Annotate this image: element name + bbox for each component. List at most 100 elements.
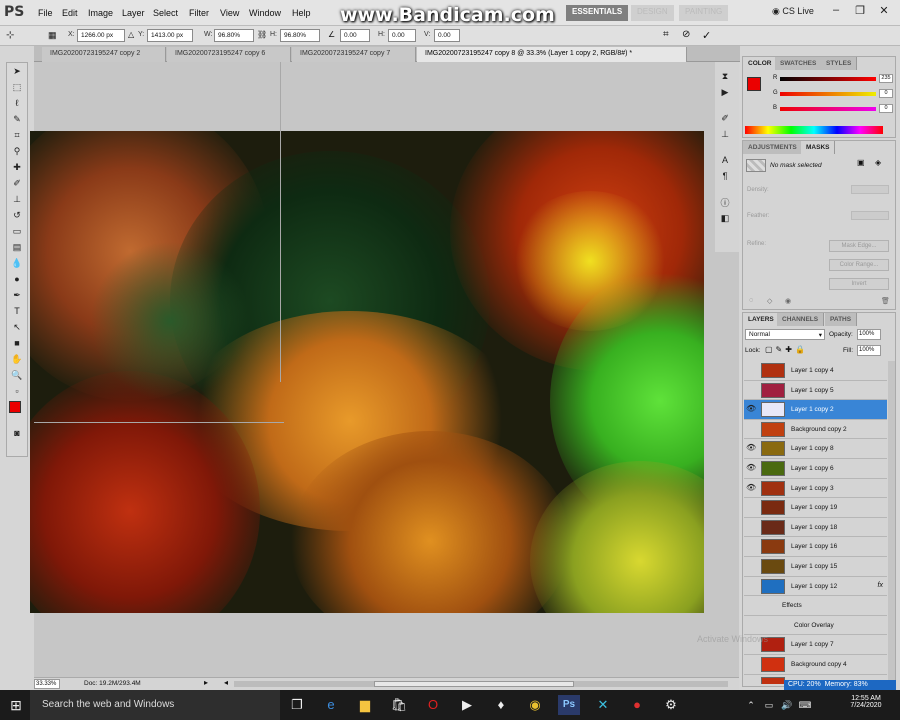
layer-row[interactable]: Layer 1 copy 15	[744, 557, 887, 577]
file-explorer-icon[interactable]: ▆	[354, 695, 376, 715]
foreground-color-swatch[interactable]	[9, 401, 21, 413]
brush-tool-icon[interactable]: ✐	[7, 175, 27, 191]
tab-masks[interactable]: MASKS	[801, 141, 836, 154]
menu-image[interactable]: Image	[88, 8, 113, 18]
status-arrow-icon[interactable]: ▸	[204, 678, 208, 687]
visibility-eye-icon[interactable]	[746, 502, 756, 512]
restore-icon[interactable]: ❐	[850, 4, 870, 20]
hand-tool-icon[interactable]: ✋	[7, 351, 27, 367]
load-selection-icon[interactable]: ◌	[749, 297, 753, 304]
crop-tool-icon[interactable]: ⌗	[7, 127, 27, 143]
layer-effect-row[interactable]: Color Overlay	[744, 615, 887, 636]
media-player-icon[interactable]: ▶	[456, 695, 478, 715]
menu-view[interactable]: View	[220, 8, 239, 18]
tab-styles[interactable]: STYLES	[821, 57, 858, 70]
guide-vertical[interactable]	[280, 62, 281, 382]
blend-mode-select[interactable]: Normal ▾	[745, 329, 825, 340]
eraser-tool-icon[interactable]: ▭	[7, 223, 27, 239]
dodge-tool-icon[interactable]: ●	[7, 271, 27, 287]
info-panel-icon[interactable]: ⓘ	[715, 194, 735, 210]
menu-help[interactable]: Help	[292, 8, 311, 18]
angle-input[interactable]: 0.00	[340, 29, 370, 42]
apply-mask-icon[interactable]: ◇	[767, 297, 772, 305]
visibility-eye-icon[interactable]	[746, 600, 756, 610]
settings-app-icon[interactable]: ⚙	[660, 695, 682, 715]
visibility-eye-icon[interactable]: 👁	[746, 443, 756, 453]
app-icon[interactable]: ♦	[490, 695, 512, 715]
commit-transform-icon[interactable]: ✓	[702, 29, 711, 42]
layer-row[interactable]: 👁 Layer 1 copy 3	[744, 478, 887, 499]
close-icon[interactable]: ✕	[874, 4, 894, 20]
type-tool-icon[interactable]: T	[7, 303, 27, 319]
layer-row[interactable]: Layer 1 copy 4	[744, 361, 887, 381]
opera-icon[interactable]: O	[422, 695, 444, 715]
layer-row[interactable]: 👁 Layer 1 copy 6	[744, 459, 887, 479]
workspace-painting[interactable]: PAINTING	[679, 5, 729, 21]
healing-tool-icon[interactable]: ✚	[7, 159, 27, 175]
visibility-eye-icon[interactable]	[746, 620, 756, 630]
b-slider[interactable]	[780, 107, 876, 111]
tab-copy-6[interactable]: IMG20200723195247 copy 6	[167, 47, 291, 62]
g-slider[interactable]	[780, 92, 876, 96]
layer-row[interactable]: 👁 Layer 1 copy 2	[744, 400, 887, 420]
y-input[interactable]: 1413.00 px	[147, 29, 193, 42]
quick-mask-icon[interactable]: ◙	[7, 425, 27, 441]
link-icon[interactable]: △	[128, 30, 134, 39]
r-value[interactable]: 235	[879, 74, 893, 83]
document-canvas-artwork[interactable]	[30, 131, 704, 613]
tab-copy-8[interactable]: IMG20200723195247 copy 8 @ 33.3% (Layer …	[417, 47, 687, 62]
layer-row[interactable]: Layer 1 copy 5	[744, 380, 887, 401]
fill-input[interactable]: 100%	[857, 345, 881, 356]
tab-color[interactable]: COLOR	[743, 57, 778, 70]
lasso-tool-icon[interactable]: ℓ	[7, 95, 27, 111]
photoshop-taskbar-icon[interactable]: Ps	[558, 695, 580, 715]
scroll-left-icon[interactable]: ◂	[224, 678, 228, 687]
menu-window[interactable]: Window	[249, 8, 281, 18]
visibility-eye-icon[interactable]	[746, 424, 756, 434]
taskbar-search-box[interactable]: Search the web and Windows	[30, 690, 280, 720]
layer-effects-icon[interactable]: fx	[878, 582, 883, 589]
scrollbar-thumb[interactable]	[374, 681, 574, 687]
layers-scrollbar[interactable]	[888, 361, 895, 684]
chain-icon[interactable]: ⛓	[257, 30, 267, 39]
warp-icon[interactable]: ⌗	[663, 29, 669, 40]
layer-row[interactable]: 👁 Layer 1 copy 8	[744, 439, 887, 459]
invert-button[interactable]: Invert	[829, 278, 889, 290]
visibility-eye-icon[interactable]	[746, 541, 756, 551]
x-input[interactable]: 1266.00 px	[77, 29, 125, 42]
menu-filter[interactable]: Filter	[189, 8, 209, 18]
color-spectrum-ramp[interactable]	[745, 126, 883, 134]
store-icon[interactable]: 🛍	[388, 695, 410, 715]
panel-foreground-swatch[interactable]	[747, 77, 761, 91]
navigator-panel-icon[interactable]: ◧	[715, 210, 735, 226]
color-range-button[interactable]: Color Range...	[829, 259, 889, 271]
horizontal-scrollbar[interactable]	[234, 681, 728, 687]
windows-start-icon[interactable]: ⊞	[5, 695, 27, 715]
visibility-eye-icon[interactable]	[746, 679, 756, 684]
visibility-eye-icon[interactable]	[746, 581, 756, 591]
default-colors-icon[interactable]: ▫	[7, 383, 27, 399]
workspace-essentials[interactable]: ESSENTIALS	[566, 5, 629, 21]
pixel-mask-icon[interactable]: ▣	[857, 158, 865, 167]
taskbar-clock[interactable]: 12:55 AM 7/24/2020	[836, 695, 896, 709]
g-value[interactable]: 0	[879, 89, 893, 98]
quick-select-tool-icon[interactable]: ✎	[7, 111, 27, 127]
layer-row[interactable]: Layer 1 copy 16	[744, 537, 887, 557]
visibility-eye-icon[interactable]: 👁	[746, 404, 756, 414]
path-select-tool-icon[interactable]: ↖	[7, 319, 27, 335]
tab-layers[interactable]: LAYERS	[743, 313, 780, 326]
visibility-eye-icon[interactable]	[746, 659, 756, 669]
marquee-tool-icon[interactable]: ⬚	[7, 79, 27, 95]
color-swatches[interactable]	[7, 399, 27, 425]
tab-swatches[interactable]: SWATCHES	[775, 57, 823, 70]
bandicam-icon[interactable]: ●	[626, 695, 648, 715]
history-panel-icon[interactable]: ⧗	[715, 68, 735, 84]
visibility-mask-icon[interactable]: ◉	[785, 297, 791, 305]
tab-adjustments[interactable]: ADJUSTMENTS	[743, 141, 803, 154]
visibility-eye-icon[interactable]	[746, 561, 756, 571]
layer-row[interactable]: Layer 1 copy 19	[744, 498, 887, 518]
task-view-icon[interactable]: ❐	[286, 695, 308, 715]
reference-point-icon[interactable]: ▦	[48, 30, 57, 41]
visibility-eye-icon[interactable]	[746, 385, 756, 395]
guide-horizontal[interactable]	[34, 422, 284, 423]
